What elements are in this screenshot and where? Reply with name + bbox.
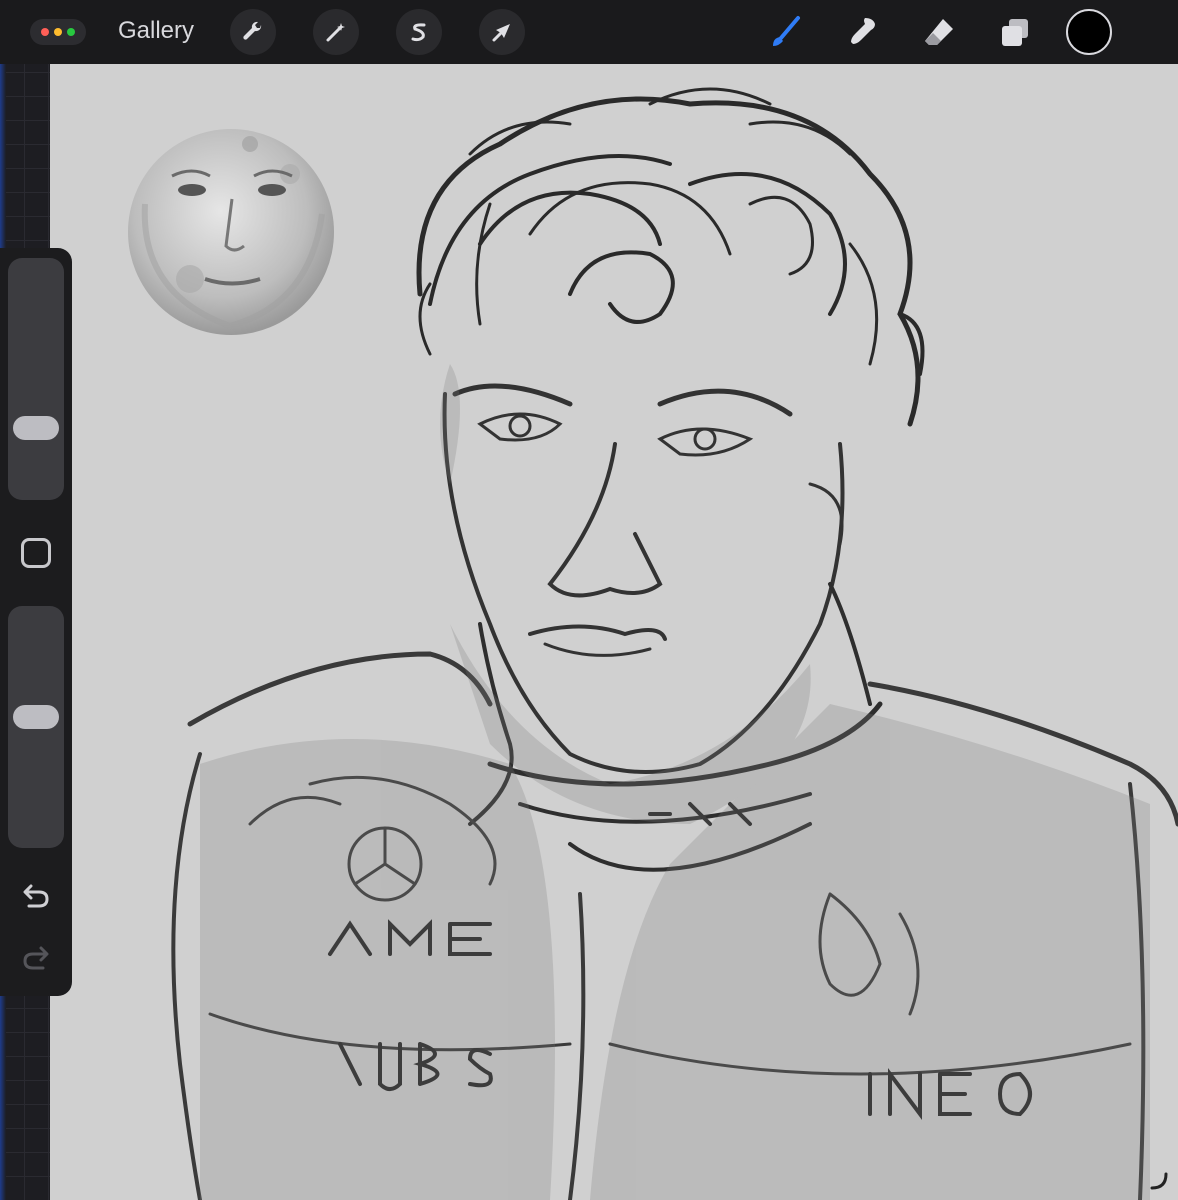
layers-icon (1002, 19, 1028, 46)
transform-arrow-icon (492, 24, 510, 42)
left-sidebar (0, 248, 72, 996)
undo-icon (23, 884, 49, 908)
redo-button[interactable] (18, 942, 54, 974)
zoom-dot[interactable] (67, 28, 75, 36)
redo-icon (23, 946, 49, 970)
modify-button[interactable] (21, 538, 51, 568)
transform-button[interactable] (479, 9, 525, 55)
adjustments-button[interactable] (313, 9, 359, 55)
smudge-tool[interactable] (842, 11, 884, 53)
close-dot[interactable] (41, 28, 49, 36)
magic-wand-icon (326, 23, 345, 42)
eraser-icon (925, 19, 953, 45)
brush-size-slider[interactable] (8, 258, 64, 500)
undo-button[interactable] (18, 880, 54, 912)
opacity-handle[interactable] (13, 704, 59, 729)
opacity-slider[interactable] (8, 606, 64, 848)
wrench-icon (243, 21, 262, 40)
gallery-button[interactable]: Gallery (118, 17, 194, 45)
actions-button[interactable] (230, 9, 276, 55)
hair-sketch (416, 87, 925, 427)
minimize-dot[interactable] (54, 28, 62, 36)
brush-size-handle[interactable] (13, 416, 59, 441)
top-toolbar: Gallery (0, 0, 1178, 64)
selection-button[interactable] (396, 9, 442, 55)
brush-icon (773, 16, 800, 46)
smudge-icon (851, 18, 875, 44)
layers-button[interactable] (994, 11, 1036, 53)
sketch-illustration (128, 87, 1178, 1200)
brush-tool[interactable] (764, 11, 806, 53)
eraser-tool[interactable] (918, 11, 960, 53)
selection-icon (411, 23, 426, 42)
drawing-canvas[interactable] (50, 64, 1178, 1200)
corner-gesture-icon (1150, 1172, 1168, 1190)
moon-face-icon (128, 129, 334, 335)
color-swatch[interactable] (1066, 9, 1112, 55)
window-controls[interactable] (30, 19, 86, 45)
